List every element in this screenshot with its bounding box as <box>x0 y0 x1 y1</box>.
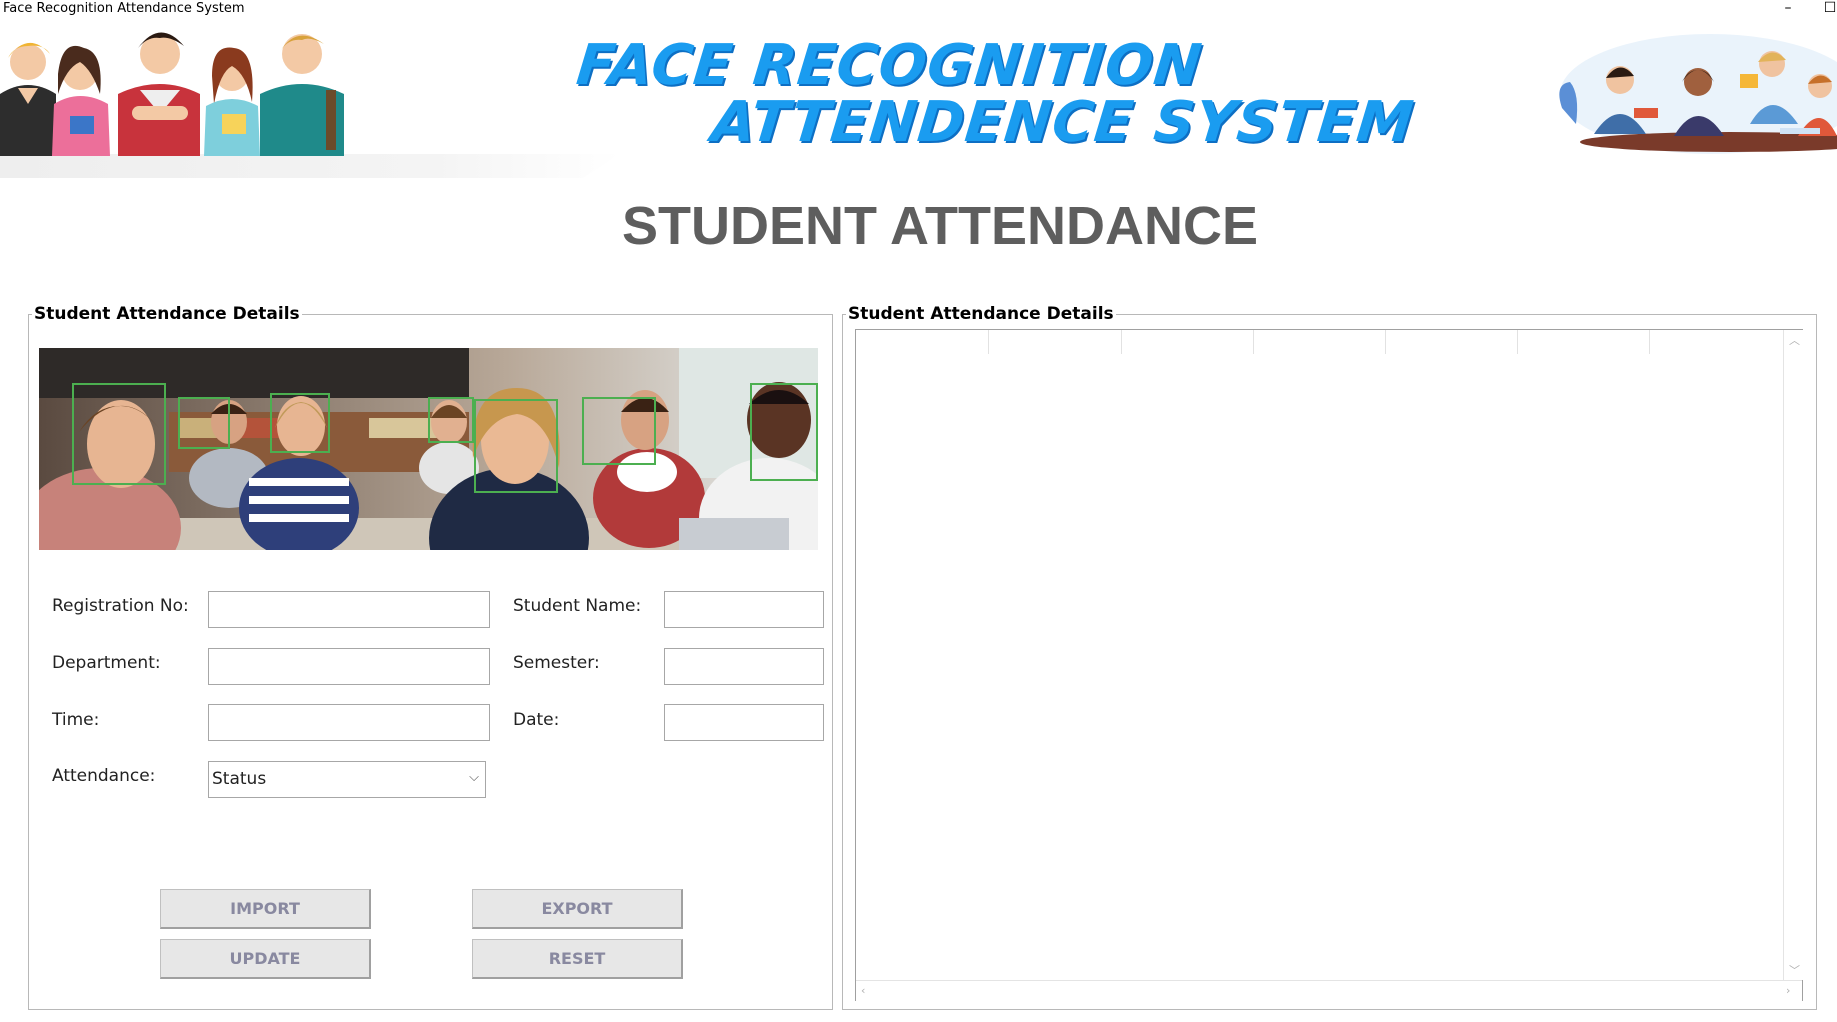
column-divider <box>1121 330 1122 354</box>
department-input[interactable] <box>208 648 490 685</box>
column-divider <box>988 330 989 354</box>
column-divider <box>1649 330 1650 354</box>
meeting-illustration <box>1559 34 1837 154</box>
chevron-left-icon[interactable]: ‹ <box>861 984 865 997</box>
column-divider <box>1385 330 1386 354</box>
student-name-label: Student Name: <box>513 596 642 616</box>
horizontal-scrollbar[interactable]: ‹ › <box>856 980 1802 1001</box>
date-input[interactable] <box>664 704 824 741</box>
registration-no-label: Registration No: <box>52 596 189 616</box>
column-divider <box>1517 330 1518 354</box>
time-input[interactable] <box>208 704 490 741</box>
reset-button[interactable]: RESET <box>472 939 683 979</box>
chevron-down-icon[interactable]: ﹀ <box>1789 962 1800 978</box>
chevron-down-icon: ⌵ <box>469 770 479 785</box>
students-illustration <box>0 32 344 156</box>
attendance-status-value: Status <box>212 769 267 789</box>
maximize-button[interactable]: ☐ <box>1821 0 1837 16</box>
semester-label: Semester: <box>513 653 600 673</box>
registration-no-input[interactable] <box>208 591 490 628</box>
chevron-right-icon[interactable]: › <box>1786 984 1790 997</box>
vertical-scrollbar[interactable]: ︿ ﹀ <box>1783 330 1803 980</box>
date-label: Date: <box>513 710 560 730</box>
column-divider <box>1253 330 1254 354</box>
department-label: Department: <box>52 653 161 673</box>
attendance-table-panel-title: Student Attendance Details <box>846 304 1116 324</box>
attendance-label: Attendance: <box>52 766 156 786</box>
attendance-table[interactable]: ︿ ﹀ ‹ › <box>855 329 1803 1001</box>
classroom-face-detection-image <box>39 348 818 550</box>
attendance-status-select[interactable]: Status ⌵ <box>208 761 486 798</box>
attendance-details-panel-title: Student Attendance Details <box>32 304 302 324</box>
update-button[interactable]: UPDATE <box>160 939 371 979</box>
brand-title-line1: FACE RECOGNITION <box>573 33 1206 98</box>
semester-input[interactable] <box>664 648 824 685</box>
export-button[interactable]: EXPORT <box>472 889 683 929</box>
time-label: Time: <box>52 710 100 730</box>
chevron-up-icon[interactable]: ︿ <box>1789 332 1800 348</box>
minimize-button[interactable]: – <box>1779 0 1797 16</box>
page-title: STUDENT ATTENDANCE <box>622 196 1258 256</box>
window-title: Face Recognition Attendance System <box>3 1 245 16</box>
brand-title-line2: ATTENDENCE SYSTEM <box>708 90 1418 155</box>
banner-strip <box>0 154 620 178</box>
student-name-input[interactable] <box>664 591 824 628</box>
import-button[interactable]: IMPORT <box>160 889 371 929</box>
